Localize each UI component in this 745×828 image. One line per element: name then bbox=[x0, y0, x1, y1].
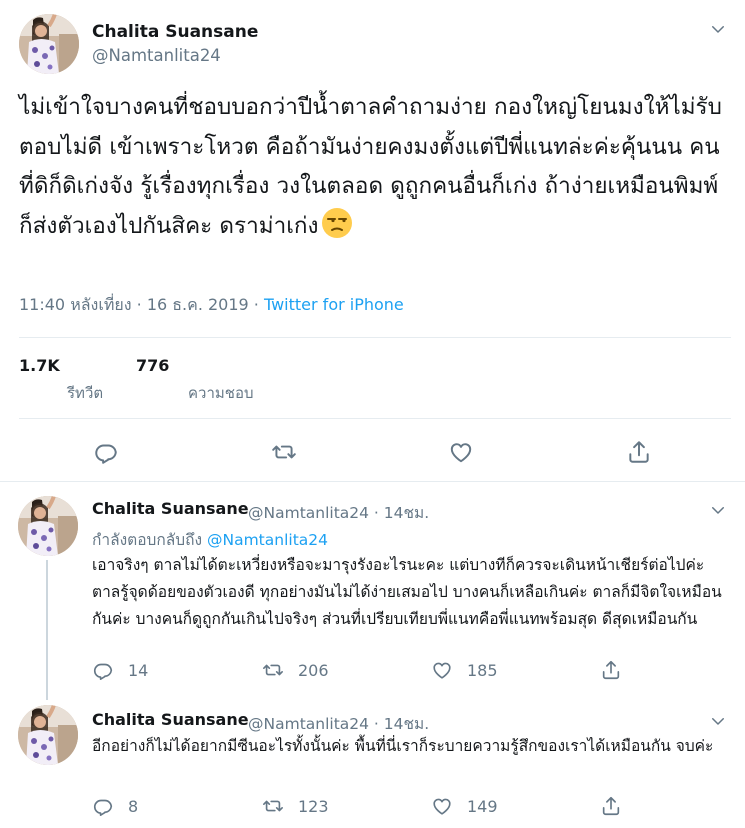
replying-to-link[interactable]: @Namtanlita24 bbox=[207, 531, 328, 549]
heart-icon[interactable] bbox=[431, 795, 453, 817]
author-handle[interactable]: @Namtanlita24 · 14ชม. bbox=[248, 500, 429, 525]
tweet-text: ไม่เข้าใจบางคนที่ชอบบอกว่าปีน้ำตาลคำถามง… bbox=[19, 88, 731, 246]
reply-text: เอาจริงๆ ตาลไม่ได้ตะเหวี่ยงหรือจะมารุงรั… bbox=[92, 556, 722, 628]
author-name[interactable]: Chalita Suansane bbox=[92, 22, 258, 42]
retweet-count: 123 bbox=[298, 796, 329, 816]
reply-button[interactable]: 14 bbox=[92, 659, 148, 681]
avatar[interactable] bbox=[18, 496, 78, 556]
like-button[interactable]: 185 bbox=[431, 659, 498, 681]
main-tweet: Chalita Suansane @Namtanlita24 ไม่เข้าใจ… bbox=[0, 0, 745, 481]
author-handle[interactable]: @Namtanlita24 bbox=[92, 46, 221, 65]
like-count[interactable]: 776 bbox=[136, 356, 169, 375]
chevron-down-icon[interactable] bbox=[709, 712, 727, 730]
unamused-face-emoji bbox=[321, 207, 353, 239]
reply-text: อีกอย่างก็ไม่ได้อยากมีซีนอะไรทั้งนั้นค่ะ… bbox=[92, 737, 714, 755]
divider bbox=[19, 418, 731, 419]
reply-count: 14 bbox=[128, 660, 149, 680]
chevron-down-icon[interactable] bbox=[709, 501, 727, 519]
retweet-icon[interactable] bbox=[271, 439, 297, 465]
retweet-button[interactable]: 123 bbox=[262, 795, 329, 817]
like-button[interactable]: 149 bbox=[431, 795, 498, 817]
chevron-down-icon[interactable] bbox=[709, 20, 727, 38]
reply-icon[interactable] bbox=[93, 439, 119, 465]
retweet-icon[interactable] bbox=[262, 795, 284, 817]
tweet-meta: 11:40 หลังเที่ยง · 16 ธ.ค. 2019 · Twitte… bbox=[19, 293, 404, 318]
share-icon[interactable] bbox=[626, 439, 652, 465]
author-name[interactable]: Chalita Suansane bbox=[92, 499, 249, 518]
like-count: 149 bbox=[467, 796, 498, 816]
reply-count: 8 bbox=[128, 796, 139, 816]
like-label[interactable]: ความชอบ bbox=[188, 381, 253, 405]
avatar[interactable] bbox=[18, 705, 78, 765]
heart-icon[interactable] bbox=[448, 439, 474, 465]
share-icon[interactable] bbox=[600, 659, 622, 681]
heart-icon[interactable] bbox=[431, 659, 453, 681]
replying-to: กำลังตอบกลับถึง @Namtanlita24 bbox=[92, 527, 328, 552]
share-button[interactable] bbox=[600, 659, 636, 681]
reply-icon[interactable] bbox=[92, 795, 114, 817]
replying-prefix: กำลังตอบกลับถึง bbox=[92, 531, 207, 549]
retweet-count: 206 bbox=[298, 660, 329, 680]
thread-line bbox=[46, 560, 48, 700]
tweet-timestamp[interactable]: 11:40 หลังเที่ยง · 16 ธ.ค. 2019 · bbox=[19, 295, 264, 314]
tweet-text-content: ไม่เข้าใจบางคนที่ชอบบอกว่าปีน้ำตาลคำถามง… bbox=[19, 94, 722, 239]
avatar[interactable] bbox=[19, 14, 79, 74]
reply-icon[interactable] bbox=[92, 659, 114, 681]
divider bbox=[19, 337, 731, 338]
reply-button[interactable]: 8 bbox=[92, 795, 138, 817]
share-icon[interactable] bbox=[600, 795, 622, 817]
retweet-icon[interactable] bbox=[262, 659, 284, 681]
tweet-source-link[interactable]: Twitter for iPhone bbox=[264, 295, 404, 314]
retweet-count[interactable]: 1.7K bbox=[19, 356, 60, 375]
share-button[interactable] bbox=[600, 795, 636, 817]
like-count: 185 bbox=[467, 660, 498, 680]
retweet-button[interactable]: 206 bbox=[262, 659, 329, 681]
author-name[interactable]: Chalita Suansane bbox=[92, 710, 249, 729]
tweet-divider bbox=[0, 481, 745, 482]
retweet-label[interactable]: รีทวีต bbox=[67, 381, 103, 405]
